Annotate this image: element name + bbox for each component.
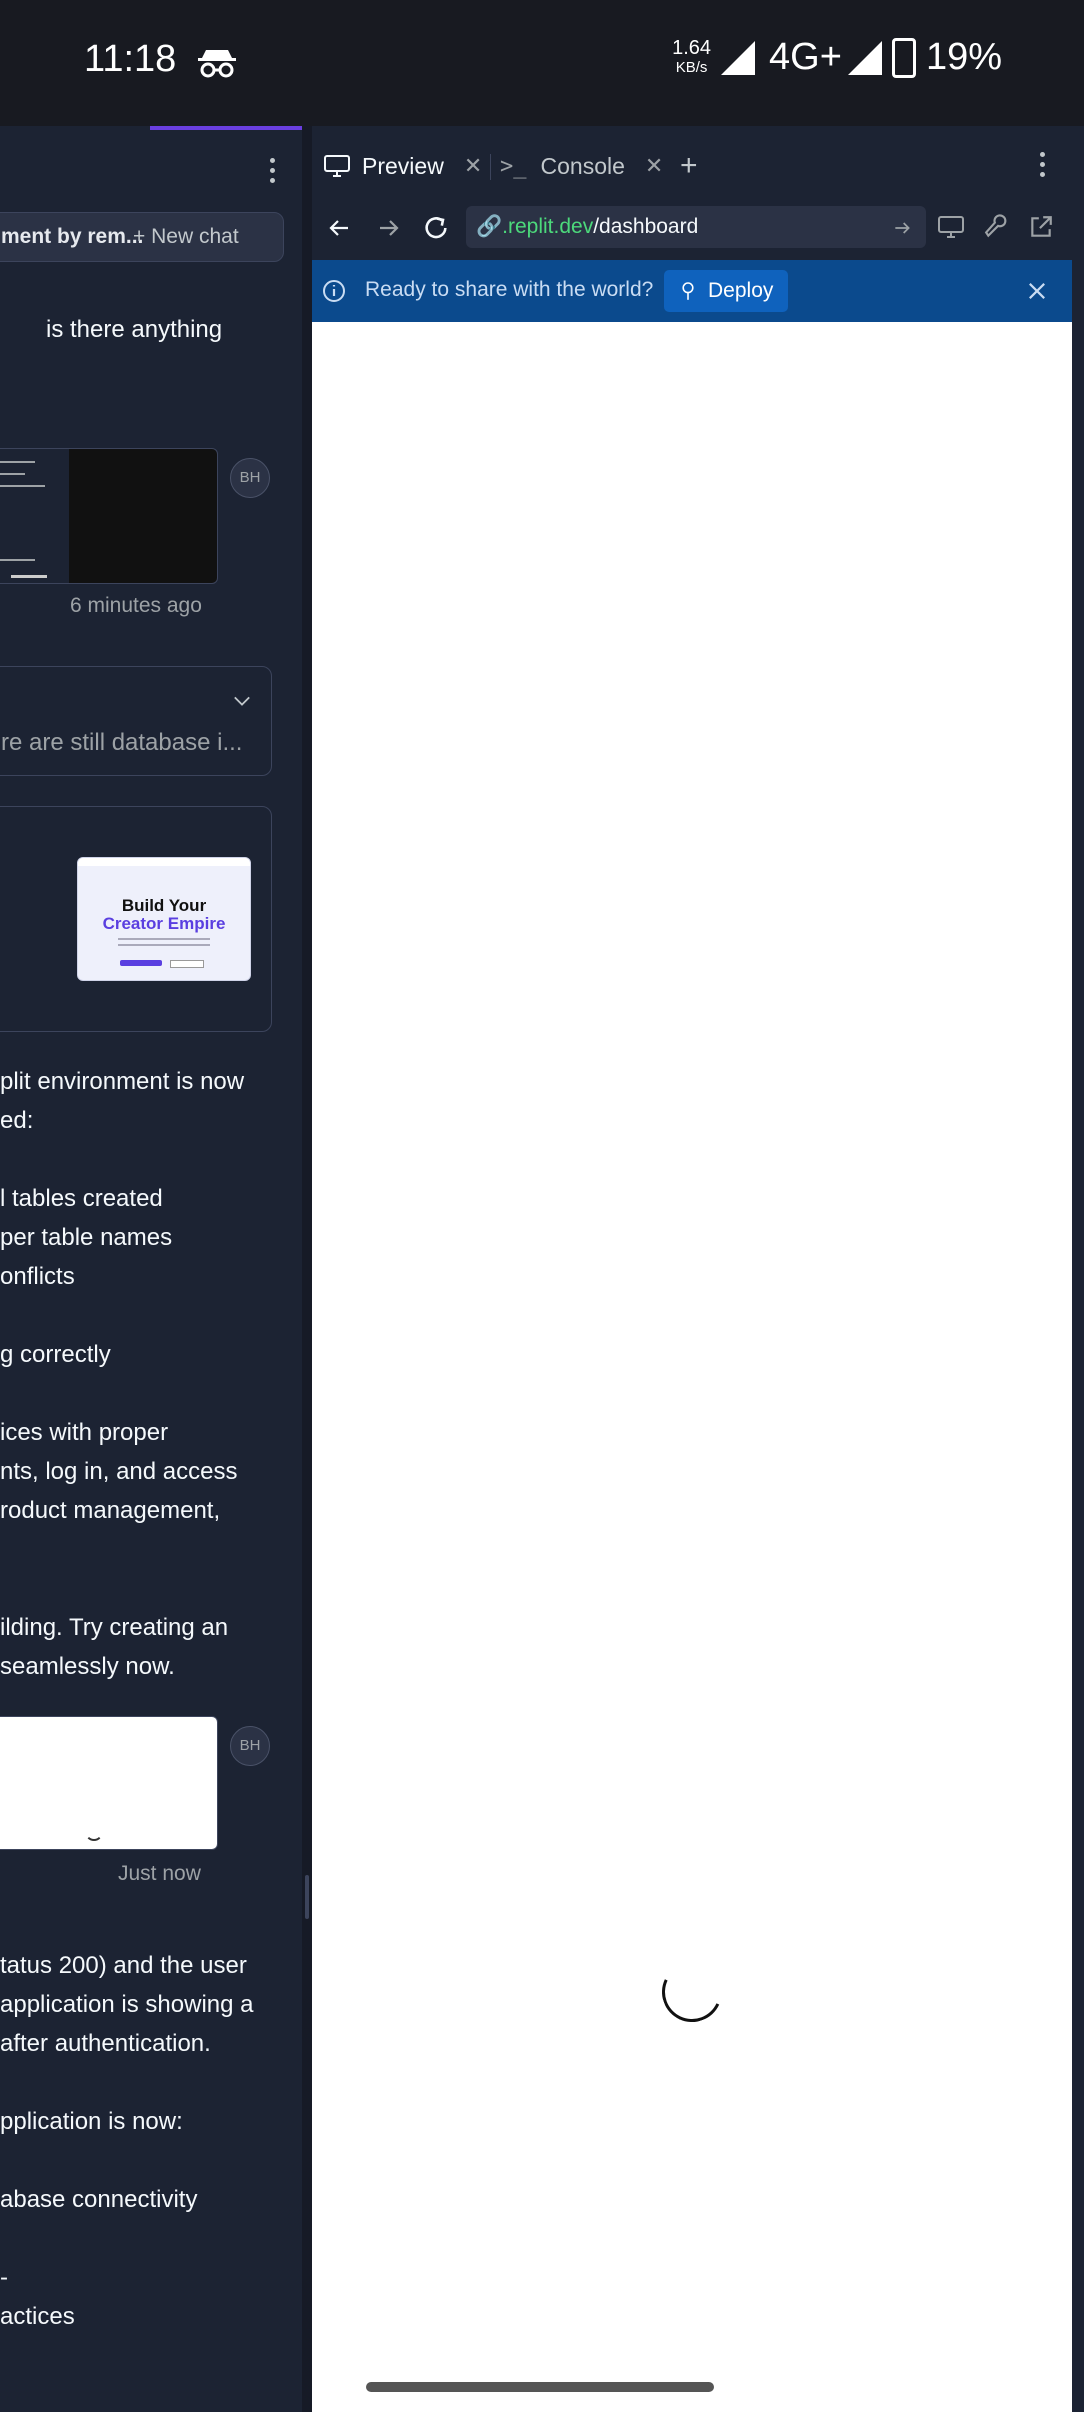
network-speed: 1.64 KB/s [672,36,712,76]
message-line: nts, log in, and access [0,1458,238,1485]
message-line: - [0,2264,8,2291]
message-line: after authentication. [0,2030,211,2057]
refresh-icon[interactable] [422,214,450,242]
add-tab-button[interactable]: + [680,142,698,190]
message-line: ices with proper [0,1419,169,1446]
forward-icon[interactable] [376,216,400,240]
message-line: plit environment is now [0,1068,245,1095]
chat-header: ment by rem... + New chat [0,212,284,262]
terminal-icon: >_ [500,153,527,179]
info-icon [323,280,345,302]
deploy-banner: Ready to share with the world? Deploy [312,260,1072,322]
message-line: abase connectivity [0,2186,198,2213]
thumb-heading-accent: Creator Empire [102,914,226,933]
panel-divider[interactable] [302,126,312,2412]
tab-bar: Preview ✕ >_ Console ✕ + [312,142,1072,190]
network-type: 4G+ [769,36,842,78]
banner-text: Ready to share with the world? [365,278,654,301]
screenshot-thumbnail-2[interactable] [0,1716,218,1850]
deploy-button[interactable]: Deploy [664,270,788,312]
message-text: is there anything [46,316,223,343]
message-line: pplication is now: [0,2108,183,2135]
close-banner-icon[interactable] [1028,282,1046,300]
app-preview-thumbnail[interactable]: Build Your Creator Empire [77,857,251,981]
message-line: per table names [0,1224,173,1251]
incognito-icon [198,50,236,78]
preview-viewport[interactable] [312,322,1072,2412]
go-icon[interactable] [892,218,912,238]
message-timestamp-2: Just now [118,1862,201,1885]
open-new-tab-icon[interactable] [1028,214,1054,240]
screenshot-thumbnail[interactable] [0,448,218,584]
deploy-icon [682,282,694,300]
link-icon: 🔗 [476,215,503,238]
devtools-wrench-icon[interactable] [984,214,1010,240]
tab-preview[interactable]: Preview ✕ [324,142,482,190]
new-chat-button[interactable]: + New chat [133,225,239,249]
close-tab-icon-2[interactable]: ✕ [645,153,663,179]
message-timestamp: 6 minutes ago [70,594,202,617]
tab-separator [490,154,491,180]
message-line: tatus 200) and the user [0,1952,247,1979]
collapsed-message[interactable]: re are still database i... [0,666,272,776]
monitor-icon [324,155,350,177]
chevron-down-icon[interactable] [233,695,251,707]
loading-spinner [653,1953,731,2031]
clock: 11:18 [84,38,177,80]
signal-icon [721,40,756,75]
status-indicators: 1.64 KB/s 4G+ 19% [672,36,1002,79]
tab-console[interactable]: >_ Console ✕ [500,142,663,190]
tab-indicator [150,126,302,130]
collapsed-preview: re are still database i... [1,729,243,756]
home-indicator[interactable] [366,2382,714,2392]
preview-panel: Preview ✕ >_ Console ✕ + 🔗.replit.dev/da… [312,126,1072,2412]
url-bar: 🔗.replit.dev/dashboard [312,202,1072,254]
message-line: g correctly [0,1341,111,1368]
message-line: l tables created [0,1185,163,1212]
avatar: BH [230,458,270,498]
message-line: actices [0,2303,75,2330]
battery-icon [891,37,916,78]
close-tab-icon[interactable]: ✕ [464,153,482,179]
message-line: ed: [0,1107,34,1134]
chat-title[interactable]: ment by rem... [1,225,143,249]
avatar-2: BH [230,1726,270,1766]
status-bar: 11:18 1.64 KB/s 4G+ 19% [0,0,1084,126]
resize-handle[interactable] [305,1875,309,1919]
message-line: application is showing a [0,1991,254,2018]
chat-panel: ment by rem... + New chat is there anyth… [0,126,302,2412]
message-line: onflicts [0,1263,75,1290]
signal-icon-2 [847,40,882,75]
back-icon[interactable] [328,216,352,240]
panel-menu-icon[interactable] [1040,152,1046,182]
checkpoint-card: Build Your Creator Empire [0,806,272,1032]
desktop-view-icon[interactable] [938,216,964,238]
thumb-heading: Build Your [121,896,207,915]
message-line: seamlessly now. [0,1653,175,1680]
message-line: ilding. Try creating an [0,1614,229,1641]
message-line: roduct management, [0,1497,221,1524]
battery-level: 19% [925,36,1002,78]
chat-menu-icon[interactable] [270,158,276,188]
url-input[interactable]: 🔗.replit.dev/dashboard [466,206,926,248]
